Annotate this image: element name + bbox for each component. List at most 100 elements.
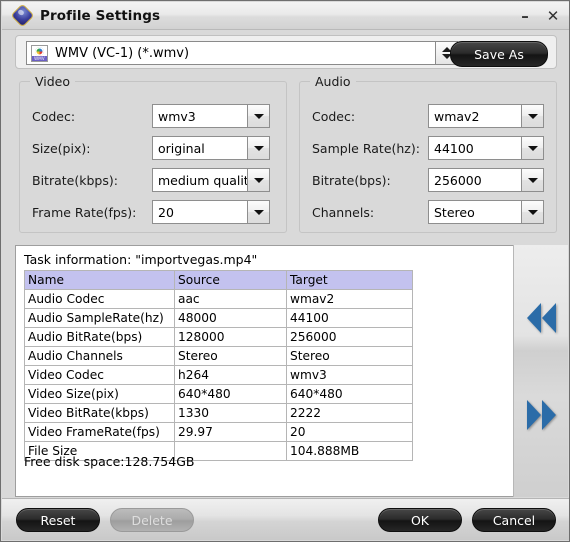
navigation-strip [513,245,568,497]
ok-button[interactable]: OK [378,508,462,532]
table-cell-target: 44100 [286,308,413,328]
table-row[interactable]: Audio SampleRate(hz) 48000 44100 [24,308,413,328]
delete-button: Delete [110,508,194,532]
chevron-down-icon[interactable] [247,201,269,223]
video-size-select[interactable]: original [152,136,270,160]
close-icon[interactable]: ✕ [546,8,560,24]
audio-settings-group: Audio Codec: wmav2 Sample Rate(hz): 4410… [299,74,557,233]
table-row[interactable]: Video Size(pix) 640*480 640*480 [24,384,413,404]
table-cell-source: 1330 [174,403,287,423]
reset-button[interactable]: Reset [16,508,100,532]
table-row[interactable]: Video FrameRate(fps) 29.97 20 [24,422,413,442]
audio-samplerate-label-row: Sample Rate(hz): [312,136,420,160]
table-cell-target: wmv3 [286,365,413,385]
video-size-value: original [158,140,205,156]
table-cell-source: 128000 [174,327,287,347]
table-cell-source: Stereo [174,346,287,366]
video-bitrate-select[interactable]: medium quality [152,168,270,192]
table-row[interactable]: Audio BitRate(bps) 128000 256000 [24,327,413,347]
column-header-target: Target [286,270,413,290]
profile-settings-dialog: Profile Settings – ✕ WMV WMV (VC-1) (*.w… [0,0,570,542]
table-cell-name: Audio Channels [24,346,175,366]
table-row[interactable]: Audio Codec aac wmav2 [24,289,413,309]
table-header-row: Name Source Target [24,270,413,290]
table-cell-target: 2222 [286,403,413,423]
audio-samplerate-value: 44100 [434,140,474,156]
table-cell-name: Video Size(pix) [24,384,175,404]
video-framerate-select[interactable]: 20 [152,200,270,224]
table-row[interactable]: Video BitRate(kbps) 1330 2222 [24,403,413,423]
table-row[interactable]: Video Codec h264 wmv3 [24,365,413,385]
audio-samplerate-label: Sample Rate(hz): [312,140,420,156]
table-cell-name: Audio SampleRate(hz) [24,308,175,328]
format-selected-value: WMV (VC-1) (*.wmv) [55,45,190,61]
table-cell-name: Video Codec [24,365,175,385]
chevron-down-icon[interactable] [521,137,543,159]
format-combobox[interactable]: WMV WMV (VC-1) (*.wmv) [26,41,458,65]
table-body: Audio Codec aac wmav2 Audio SampleRate(hz) 4… [24,289,413,461]
minimize-icon[interactable]: – [518,8,532,24]
table-cell-target: 104.888MB [286,441,413,461]
title-bar: Profile Settings – ✕ [2,2,569,30]
window-controls: – ✕ [518,2,560,30]
video-bitrate-label-row: Bitrate(kbps): [32,168,118,192]
audio-codec-value: wmav2 [434,108,480,124]
wmv-file-icon: WMV [31,44,48,62]
table-cell-name: Video FrameRate(fps) [24,422,175,442]
table-cell-target: 640*480 [286,384,413,404]
video-codec-label: Codec: [32,108,76,124]
video-bitrate-value: medium quality [158,172,247,188]
audio-samplerate-select[interactable]: 44100 [428,136,544,160]
video-bitrate-label: Bitrate(kbps): [32,172,118,188]
save-as-button[interactable]: Save As [450,41,548,67]
rewind-double-arrow-icon[interactable] [514,303,569,333]
chevron-down-icon[interactable] [521,105,543,127]
audio-bitrate-value: 256000 [434,172,482,188]
audio-channels-select[interactable]: Stereo [428,200,544,224]
video-framerate-label-row: Frame Rate(fps): [32,200,136,224]
audio-bitrate-label-row: Bitrate(bps): [312,168,391,192]
audio-bitrate-select[interactable]: 256000 [428,168,544,192]
fast-forward-double-arrow-icon[interactable] [514,400,569,430]
table-row[interactable]: Audio Channels Stereo Stereo [24,346,413,366]
free-disk-space-label: Free disk space:128.754GB [24,454,195,469]
audio-channels-label: Channels: [312,204,375,220]
chevron-down-icon[interactable] [247,105,269,127]
audio-channels-label-row: Channels: [312,200,374,224]
table-cell-name: Audio Codec [24,289,175,309]
table-cell-target: Stereo [286,346,413,366]
task-information-table: Name Source Target Audio Codec aac wmav2 Au… [24,270,413,461]
chevron-down-icon[interactable] [521,169,543,191]
video-codec-select[interactable]: wmv3 [152,104,270,128]
video-framerate-value: 20 [158,204,174,220]
table-cell-name: Video BitRate(kbps) [24,403,175,423]
video-group-title: Video [30,74,76,89]
video-size-label-row: Size(pix): [32,136,90,160]
dialog-footer: Reset Delete OK Cancel [2,498,569,540]
table-cell-target: 256000 [286,327,413,347]
video-codec-value: wmv3 [158,108,196,124]
cancel-button[interactable]: Cancel [472,508,556,532]
audio-bitrate-label: Bitrate(bps): [312,172,391,188]
chevron-down-icon[interactable] [247,137,269,159]
table-cell-source: aac [174,289,287,309]
audio-channels-value: Stereo [434,204,475,220]
table-cell-source: 29.97 [174,422,287,442]
audio-codec-select[interactable]: wmav2 [428,104,544,128]
table-cell-target: wmav2 [286,289,413,309]
shield-diamond-icon [11,4,34,26]
task-information-heading: Task information: "importvegas.mp4" [24,252,258,267]
table-cell-target: 20 [286,422,413,442]
chevron-down-icon[interactable] [521,201,543,223]
video-settings-group: Video Codec: wmv3 Size(pix): original Bi… [19,74,287,233]
chevron-down-icon[interactable] [247,169,269,191]
column-header-source: Source [174,270,287,290]
video-size-label: Size(pix): [32,140,91,156]
video-framerate-label: Frame Rate(fps): [32,204,137,220]
video-codec-label-row: Codec: [32,104,75,128]
format-selector-bar: WMV WMV (VC-1) (*.wmv) Save As [15,35,557,69]
task-information-panel: Task information: "importvegas.mp4" Name… [15,245,557,497]
table-cell-source: 48000 [174,308,287,328]
table-cell-source: h264 [174,365,287,385]
table-cell-name: Audio BitRate(bps) [24,327,175,347]
